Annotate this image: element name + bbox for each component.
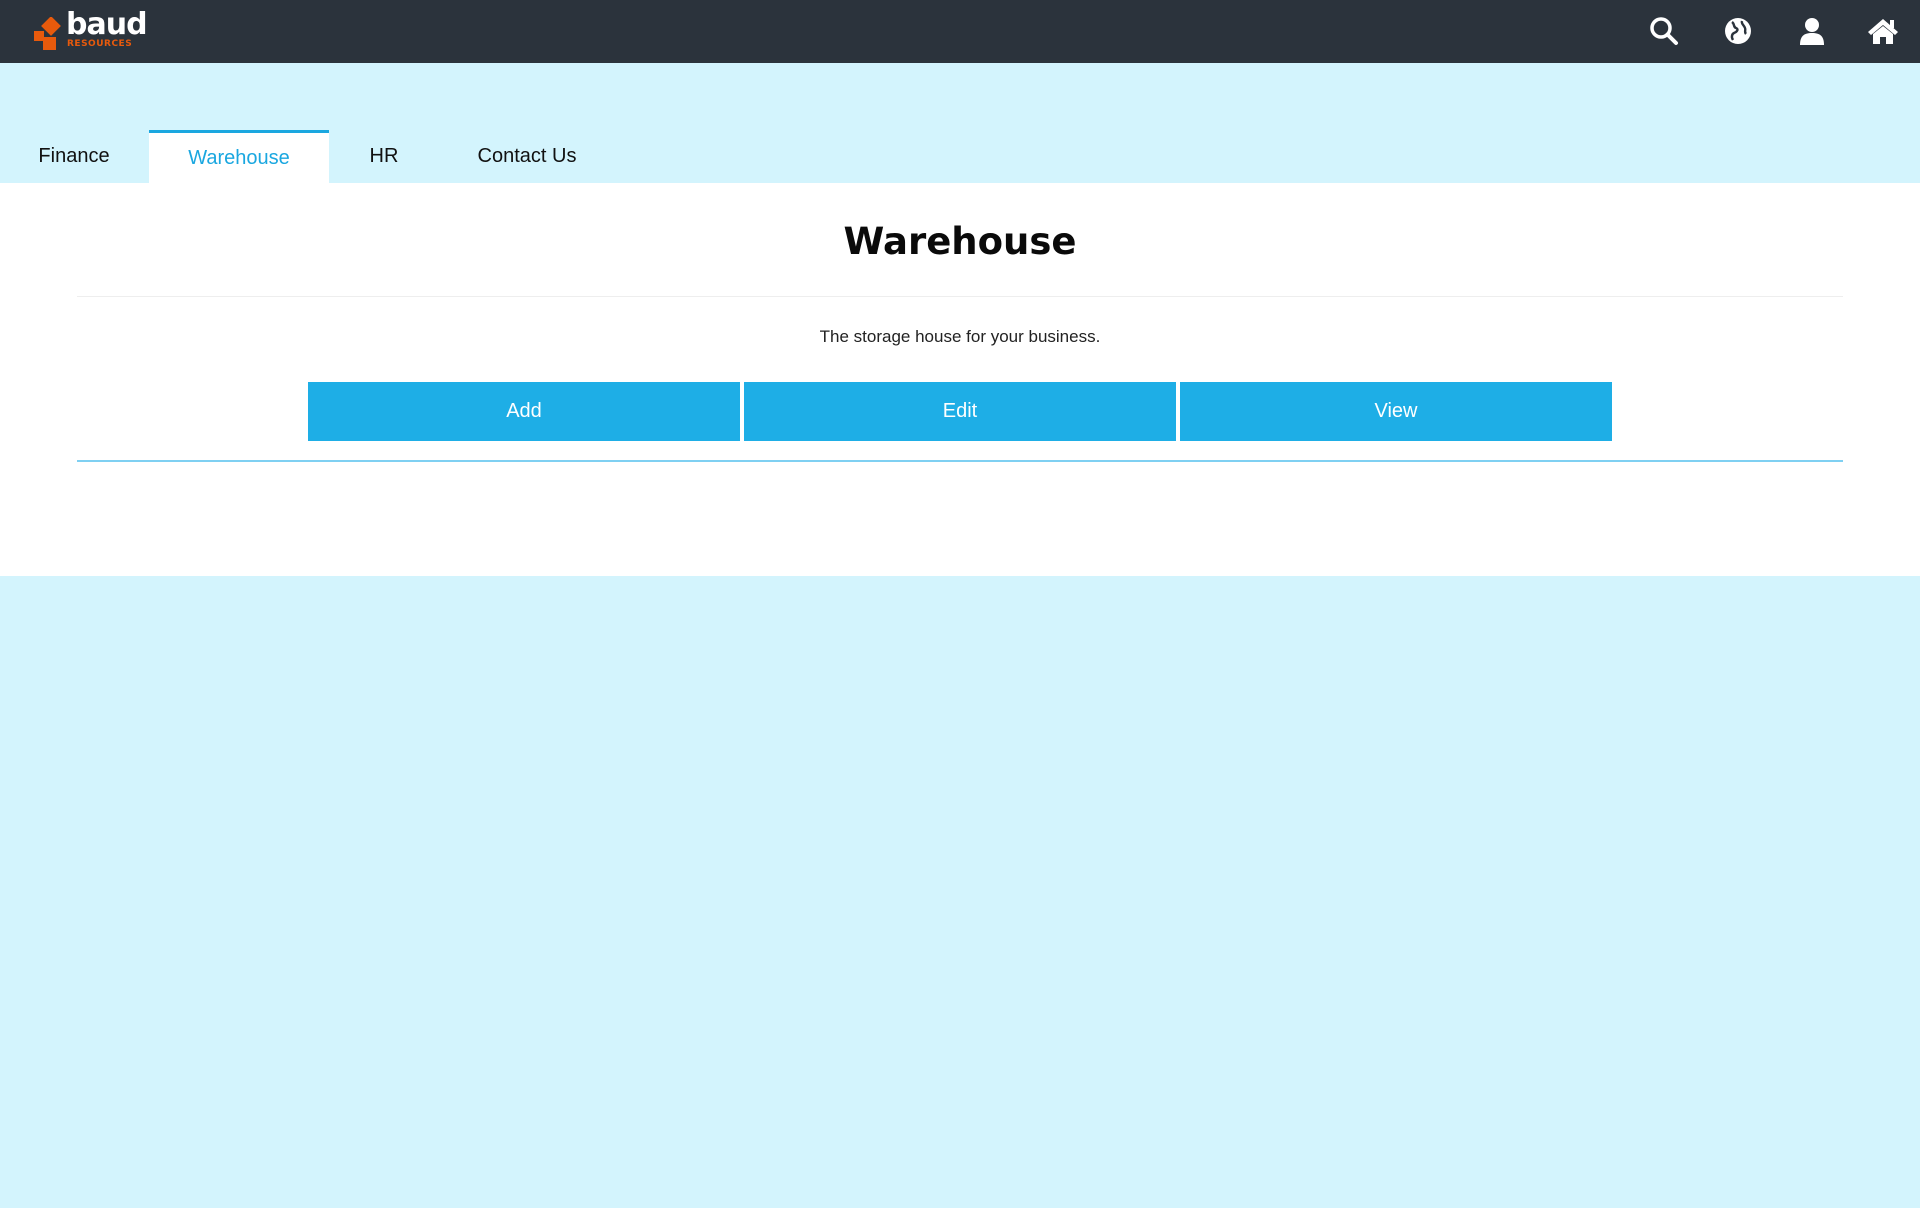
top-navigation-bar: baud RESOURCES [0,0,1920,63]
page-description: The storage house for your business. [819,327,1101,346]
tab-contact-us[interactable]: Contact Us [439,130,615,183]
view-button[interactable]: View [1180,382,1612,441]
tab-label: Warehouse [188,147,290,169]
edit-button[interactable]: Edit [744,382,1176,441]
logo-subtitle: RESOURCES [67,39,133,49]
baud-logo[interactable]: baud RESOURCES [32,9,152,53]
section-tabs: Finance Warehouse HR Contact Us [0,130,1920,183]
page-title: Warehouse [843,220,1077,263]
add-button[interactable]: Add [308,382,740,441]
logo-mark-icon [34,17,61,50]
tab-warehouse[interactable]: Warehouse [149,130,329,183]
tab-label: HR [369,145,399,167]
logo-wordmark: baud [66,7,148,42]
title-divider [77,296,1843,297]
tab-hr[interactable]: HR [329,130,439,183]
user-icon[interactable] [1795,14,1829,48]
search-icon[interactable] [1647,14,1681,48]
tab-label: Finance [38,145,110,167]
section-divider [77,460,1843,462]
tab-label: Contact Us [477,145,577,167]
tab-finance[interactable]: Finance [0,130,148,183]
globe-icon[interactable] [1721,14,1755,48]
content-panel: Warehouse The storage house for your bus… [0,183,1920,576]
home-icon[interactable] [1866,14,1900,48]
